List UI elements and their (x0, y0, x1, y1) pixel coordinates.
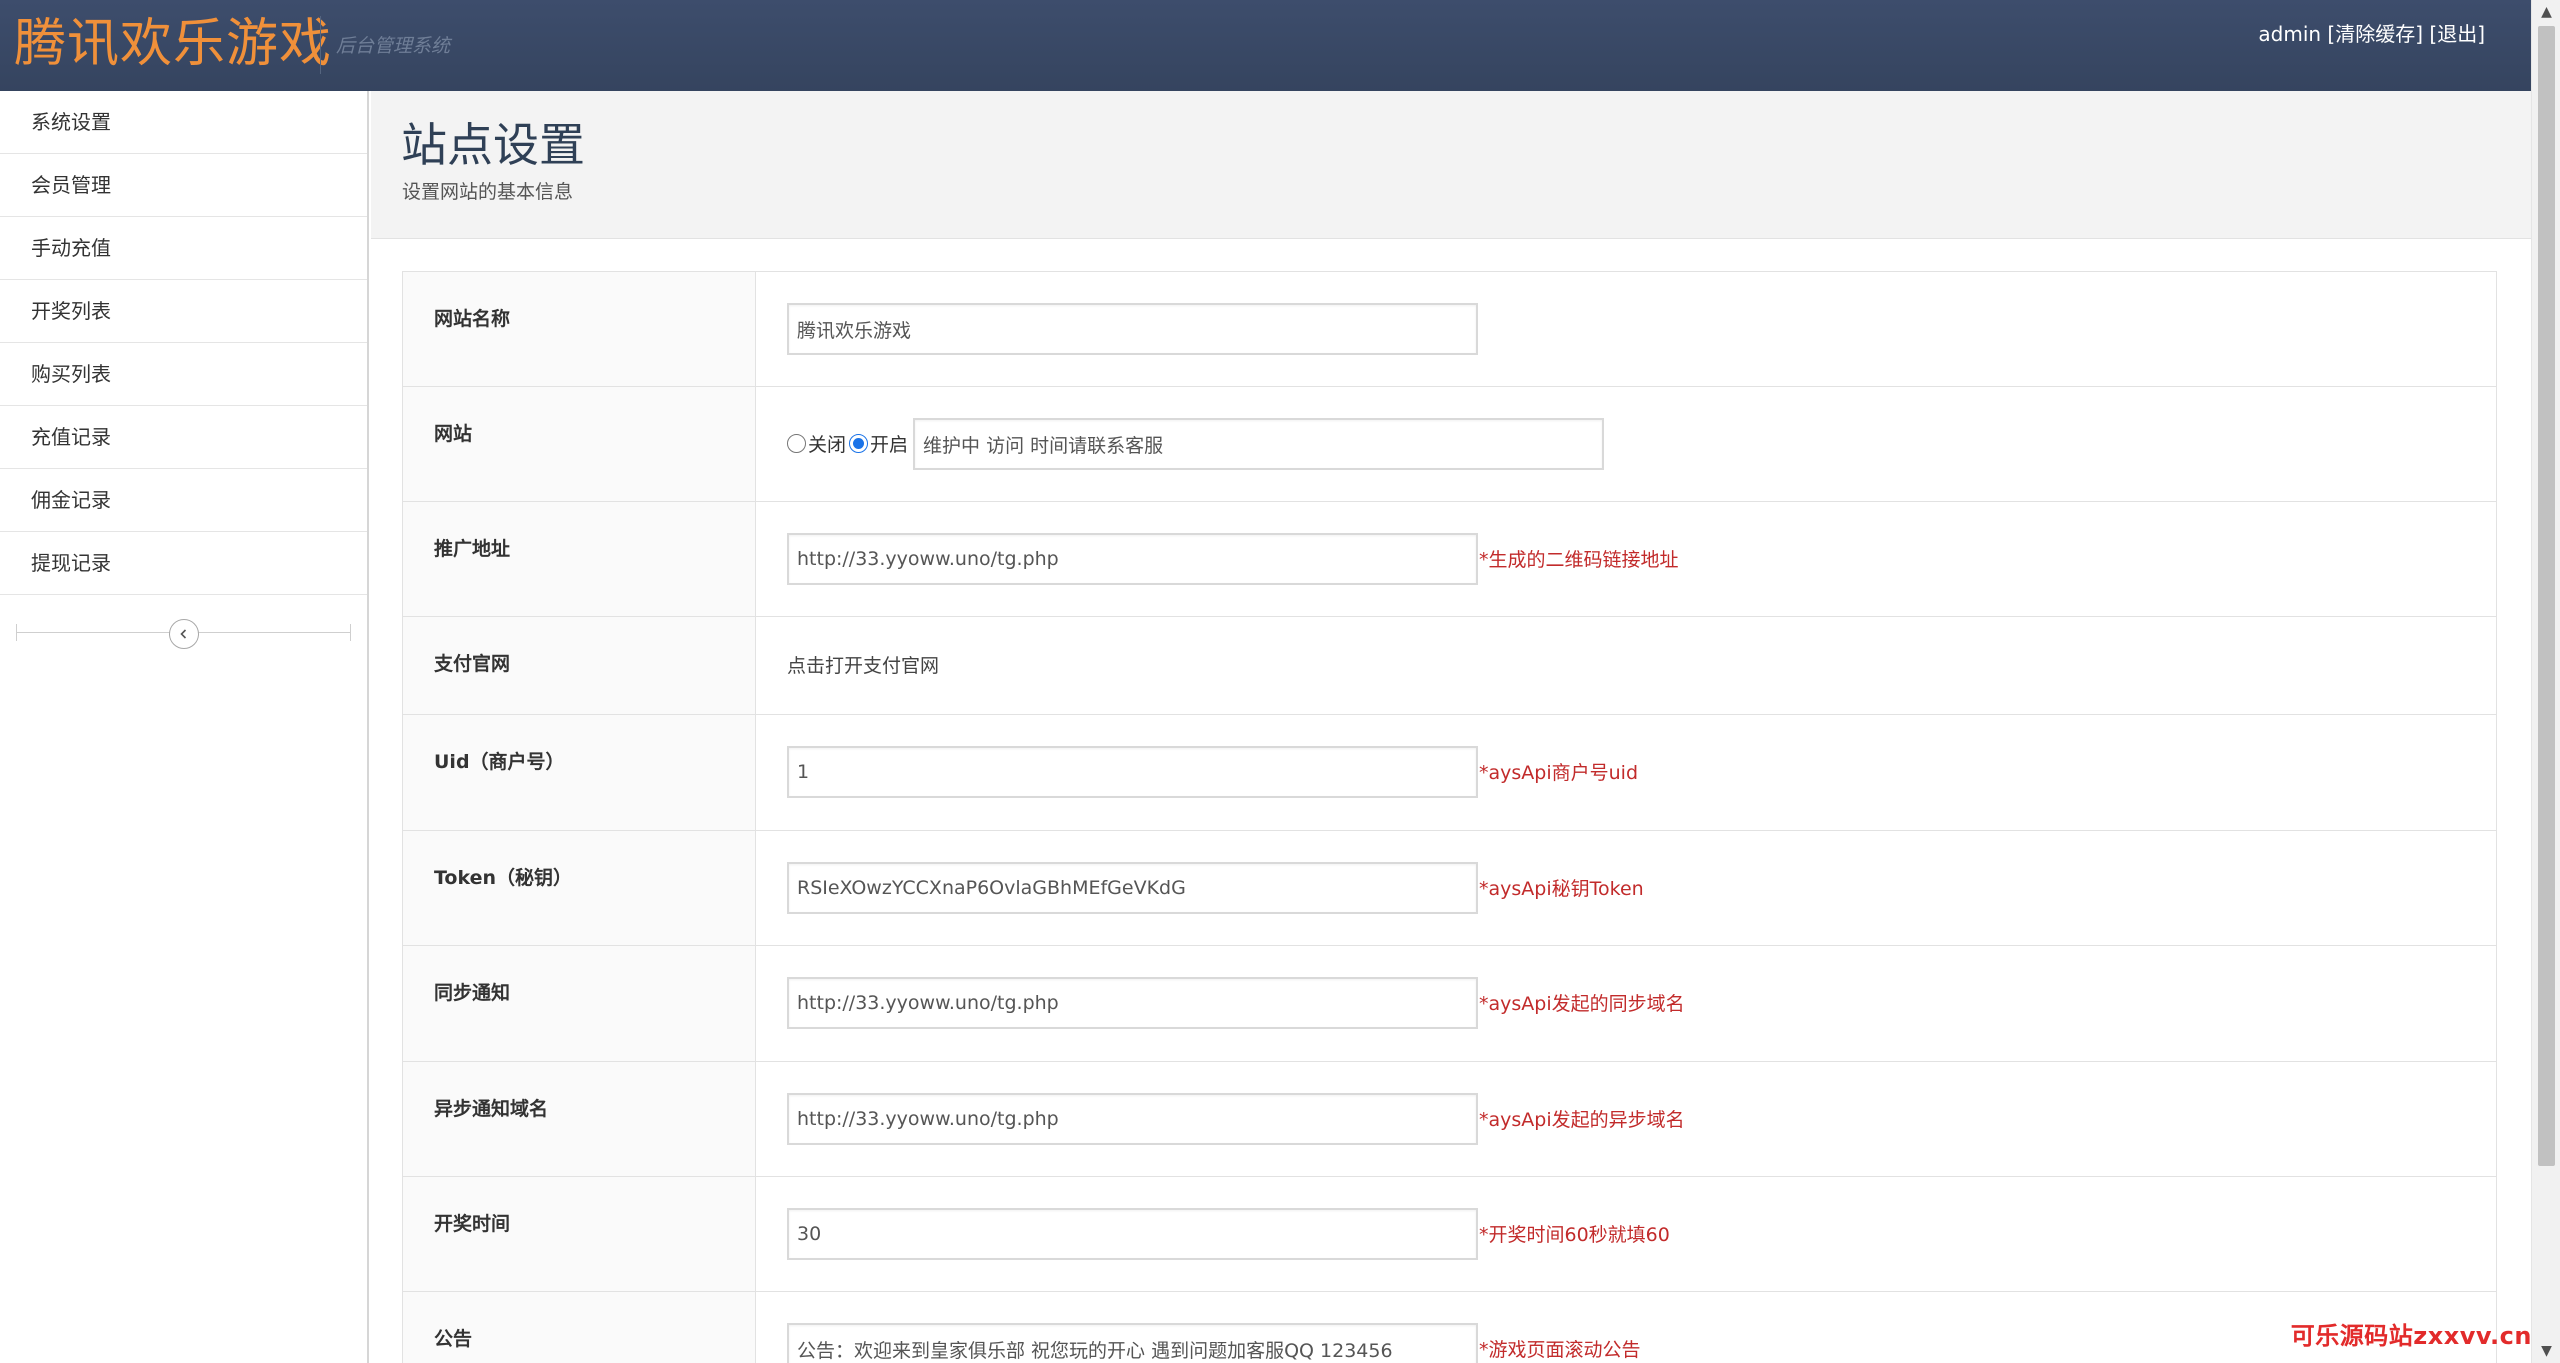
field-value: *aysApi发起的异步域名 (756, 1062, 2496, 1176)
notice-input[interactable] (787, 1323, 1478, 1363)
sidebar-collapse-row (0, 595, 367, 661)
form-row-token: Token（秘钥） *aysApi秘钥Token (403, 831, 2496, 946)
async-notify-input[interactable] (787, 1093, 1478, 1145)
form-row-draw-time: 开奖时间 *开奖时间60秒就填60 (403, 1177, 2496, 1292)
form-row-sync-notify: 同步通知 *aysApi发起的同步域名 (403, 946, 2496, 1062)
sidebar-item-commission-records[interactable]: 佣金记录 (0, 469, 367, 532)
promo-url-input[interactable] (787, 533, 1478, 585)
field-hint: *aysApi秘钥Token (1479, 878, 1644, 900)
sidebar-item-recharge-records[interactable]: 充值记录 (0, 406, 367, 469)
form-row-site-name: 网站名称 (403, 272, 2496, 387)
user-bar: admin [清除缓存] [退出] (2258, 18, 2485, 47)
field-label: 公告 (403, 1292, 756, 1363)
sidebar-item-system-settings[interactable]: 系统设置 (0, 91, 367, 154)
page-title: 站点设置 (401, 118, 585, 172)
field-hint: *生成的二维码链接地址 (1479, 549, 1679, 571)
clear-cache-link[interactable]: [清除缓存] (2327, 22, 2423, 46)
field-value: 点击打开支付官网 (756, 617, 2496, 714)
field-hint: *aysApi发起的同步域名 (1479, 993, 1685, 1015)
field-value: *aysApi商户号uid (756, 715, 2496, 830)
page-header: 站点设置 设置网站的基本信息 (371, 91, 2531, 239)
field-label: 异步通知域名 (403, 1062, 756, 1176)
sidebar-item-purchase-list[interactable]: 购买列表 (0, 343, 367, 406)
field-label: 开奖时间 (403, 1177, 756, 1291)
field-label: 同步通知 (403, 946, 756, 1061)
logout-link[interactable]: [退出] (2429, 22, 2485, 46)
sidebar-collapse-button[interactable] (169, 619, 199, 649)
field-value (756, 272, 2496, 386)
uid-input[interactable] (787, 746, 1478, 798)
field-hint: *游戏页面滚动公告 (1479, 1339, 1641, 1361)
site-off-radio[interactable] (787, 434, 806, 453)
field-label: Token（秘钥） (403, 831, 756, 945)
field-hint: *开奖时间60秒就填60 (1479, 1224, 1670, 1246)
form-row-site-status: 网站 关闭 开启 (403, 387, 2496, 502)
field-value: *开奖时间60秒就填60 (756, 1177, 2496, 1291)
form-row-promo-url: 推广地址 *生成的二维码链接地址 (403, 502, 2496, 617)
page-scrollbar[interactable]: ▲ ▼ (2531, 0, 2560, 1363)
logo-divider (320, 16, 321, 74)
site-off-label[interactable]: 关闭 (808, 430, 846, 457)
field-label: 网站 (403, 387, 756, 501)
site-status-radios: 关闭 开启 (787, 418, 913, 457)
maintenance-message-input[interactable] (913, 418, 1605, 470)
field-label: 推广地址 (403, 502, 756, 616)
token-input[interactable] (787, 862, 1478, 914)
site-name-input[interactable] (787, 303, 1478, 355)
watermark: 可乐源码站zxxvv.cn (2290, 1322, 2532, 1350)
field-value: *游戏页面滚动公告 (756, 1292, 2496, 1363)
sidebar-item-manual-recharge[interactable]: 手动充值 (0, 217, 367, 280)
chevron-left-icon (178, 625, 190, 644)
field-hint: *aysApi发起的异步域名 (1479, 1109, 1685, 1131)
field-hint: *aysApi商户号uid (1479, 762, 1639, 784)
site-settings-form: 网站名称 网站 关闭 开启 推广地址 *生成的二维码链接地址 支付官网 点击打开… (402, 271, 2497, 1363)
top-header: 腾讯欢乐游戏 后台管理系统 admin [清除缓存] [退出] (0, 0, 2531, 91)
form-row-uid: Uid（商户号） *aysApi商户号uid (403, 715, 2496, 831)
form-row-pay-site: 支付官网 点击打开支付官网 (403, 617, 2496, 715)
system-subtitle: 后台管理系统 (336, 35, 451, 57)
field-value: *aysApi秘钥Token (756, 831, 2496, 945)
field-value: 关闭 开启 (756, 387, 2496, 501)
site-on-radio[interactable] (849, 434, 869, 453)
site-on-label[interactable]: 开启 (870, 430, 908, 457)
open-pay-site-link[interactable]: 点击打开支付官网 (787, 650, 939, 678)
sidebar-item-withdraw-records[interactable]: 提现记录 (0, 532, 367, 595)
draw-time-input[interactable] (787, 1208, 1478, 1260)
username: admin (2258, 22, 2322, 46)
field-label: Uid（商户号） (403, 715, 756, 830)
triangle-up-icon[interactable]: ▲ (2532, 0, 2560, 24)
field-label: 网站名称 (403, 272, 756, 386)
field-label: 支付官网 (403, 617, 756, 714)
sidebar-item-member-management[interactable]: 会员管理 (0, 154, 367, 217)
triangle-down-icon[interactable]: ▼ (2532, 1339, 2560, 1363)
form-row-notice: 公告 *游戏页面滚动公告 (403, 1292, 2496, 1363)
scrollbar-thumb[interactable] (2538, 26, 2555, 1166)
site-logo[interactable]: 腾讯欢乐游戏 (14, 6, 332, 82)
field-value: *生成的二维码链接地址 (756, 502, 2496, 616)
field-value: *aysApi发起的同步域名 (756, 946, 2496, 1061)
form-row-async-notify: 异步通知域名 *aysApi发起的异步域名 (403, 1062, 2496, 1177)
sync-notify-input[interactable] (787, 977, 1478, 1029)
sidebar: 系统设置 会员管理 手动充值 开奖列表 购买列表 充值记录 佣金记录 提现记录 (0, 91, 369, 1363)
page-description: 设置网站的基本信息 (402, 181, 574, 203)
sidebar-item-draw-list[interactable]: 开奖列表 (0, 280, 367, 343)
